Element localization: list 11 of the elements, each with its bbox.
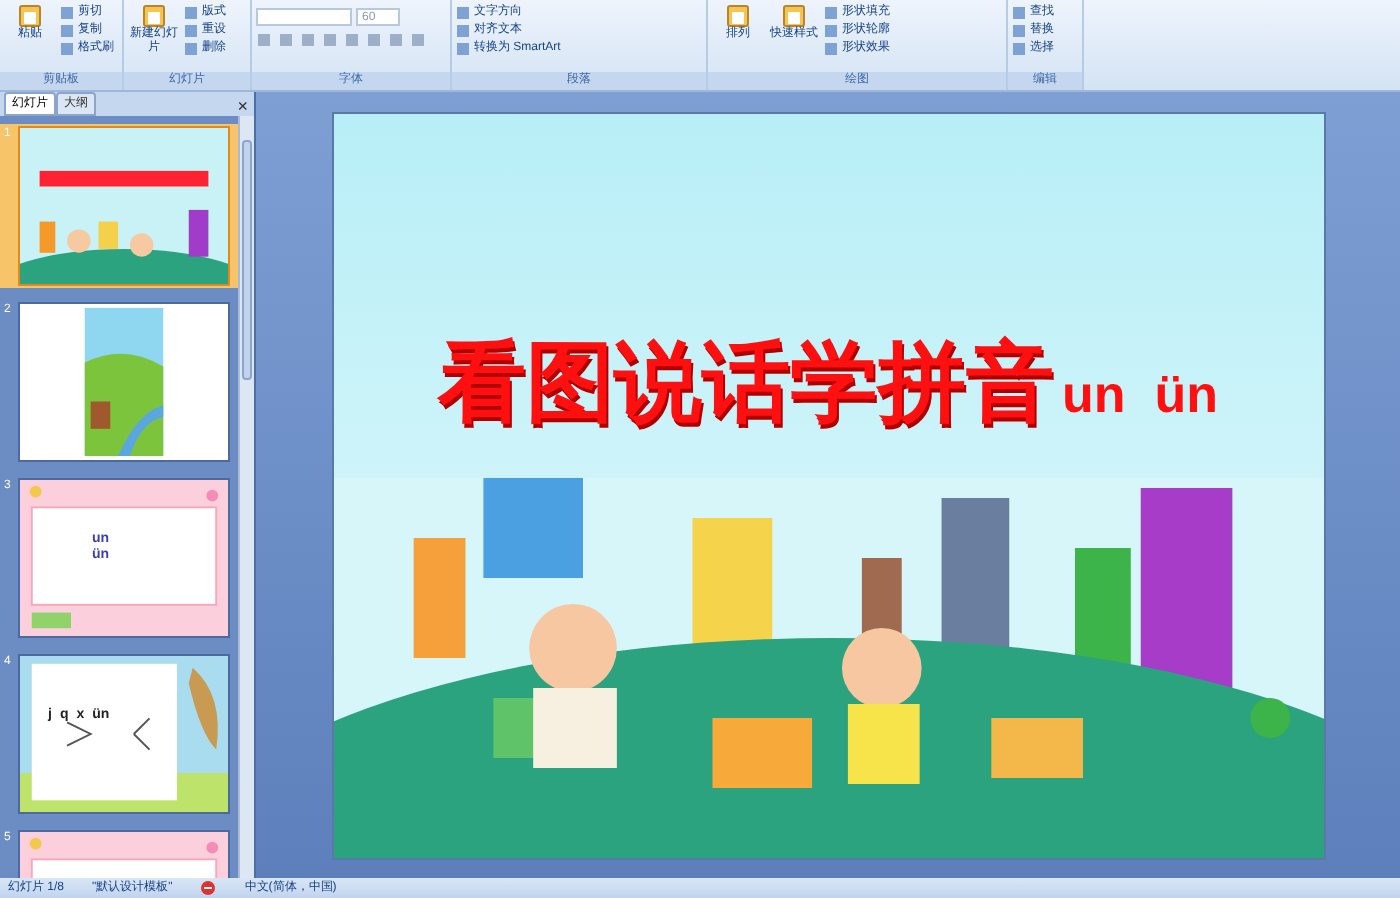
scrollbar[interactable] <box>238 116 254 878</box>
slide-title: 看图说话学拼音 <box>438 334 1054 434</box>
scroll-thumb[interactable] <box>242 140 252 380</box>
slide-title-suffix: un ün <box>1062 364 1218 424</box>
document-icon <box>782 4 806 28</box>
document-icon <box>726 4 750 28</box>
document-icon <box>18 4 42 28</box>
spellcheck-icon <box>200 880 217 896</box>
close-button[interactable]: × <box>231 96 254 116</box>
document-icon <box>142 4 166 28</box>
font-name-field[interactable] <box>256 8 352 26</box>
